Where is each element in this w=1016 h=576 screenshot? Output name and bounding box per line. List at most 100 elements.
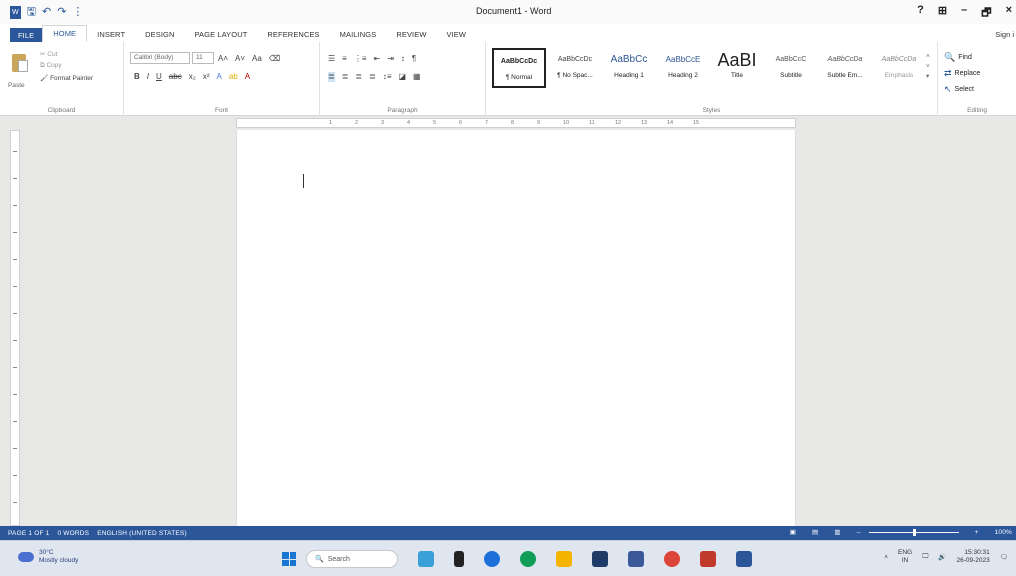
- style-subtitle[interactable]: AaBbCcC Subtitle: [764, 48, 818, 88]
- borders-icon[interactable]: ▦: [413, 72, 421, 82]
- taskbar-search[interactable]: 🔍 Search: [306, 550, 398, 568]
- pdf-app-icon[interactable]: [700, 551, 716, 567]
- format-painter-button[interactable]: 🖌 Format Painter: [40, 74, 93, 82]
- bullets-icon[interactable]: ☰: [328, 54, 335, 64]
- style-subtle-emphasis[interactable]: AaBbCcDa Subtle Em...: [818, 48, 872, 88]
- style-no-spacing[interactable]: AaBbCcDc ¶ No Spac...: [548, 48, 602, 88]
- zoom-out-icon[interactable]: –: [857, 529, 861, 536]
- font-name-dropdown[interactable]: Calibri (Body): [130, 52, 190, 64]
- tab-insert[interactable]: INSERT: [87, 30, 135, 42]
- font-size-dropdown[interactable]: 11: [192, 52, 214, 64]
- mail-app-icon[interactable]: [628, 551, 644, 567]
- word-app-icon[interactable]: [736, 551, 752, 567]
- customize-qat-icon[interactable]: ⋮: [72, 6, 83, 18]
- ruler-number: 15: [693, 120, 700, 126]
- styles-scroll[interactable]: ˄ ˅ ▾: [926, 52, 930, 82]
- bold-icon[interactable]: B: [134, 72, 140, 82]
- underline-icon[interactable]: U: [156, 72, 162, 82]
- tab-references[interactable]: REFERENCES: [257, 30, 329, 42]
- widgets-app-icon[interactable]: [418, 551, 434, 567]
- tab-page-layout[interactable]: PAGE LAYOUT: [184, 30, 257, 42]
- shading-icon[interactable]: ◪: [398, 72, 406, 82]
- volume-icon[interactable]: 🔊: [938, 553, 946, 561]
- vertical-ruler[interactable]: [10, 130, 20, 526]
- subscript-icon[interactable]: x₂: [189, 72, 196, 82]
- replace-button[interactable]: ⇄ Replace: [944, 68, 980, 79]
- proofing-language[interactable]: ENGLISH (UNITED STATES): [97, 530, 187, 537]
- help-button[interactable]: ?: [917, 4, 924, 23]
- tab-mailings[interactable]: MAILINGS: [330, 30, 387, 42]
- zoom-slider[interactable]: [868, 528, 959, 536]
- tab-view[interactable]: VIEW: [437, 30, 477, 42]
- ribbon-display-options-button[interactable]: ⊞: [938, 4, 947, 23]
- highlight-icon[interactable]: ab: [229, 72, 238, 82]
- multilevel-list-icon[interactable]: ⋮≡: [354, 54, 367, 64]
- justify-icon[interactable]: ≣: [369, 72, 376, 82]
- chrome-app-icon[interactable]: [664, 551, 680, 567]
- zoom-level[interactable]: 100%: [995, 529, 1012, 536]
- line-spacing-icon[interactable]: ↕≡: [383, 72, 392, 82]
- document-page[interactable]: [236, 130, 796, 526]
- input-language[interactable]: ENG IN: [898, 549, 912, 565]
- read-mode-icon[interactable]: ▣: [790, 528, 796, 536]
- save-icon[interactable]: 🖫: [27, 6, 36, 18]
- grow-font-icon[interactable]: A˄: [218, 54, 228, 64]
- tray-overflow-icon[interactable]: ˄: [884, 554, 888, 561]
- web-layout-icon[interactable]: ▥: [834, 528, 840, 536]
- numbering-icon[interactable]: ≡: [342, 54, 347, 64]
- align-right-icon[interactable]: ≣: [355, 72, 362, 82]
- shrink-font-icon[interactable]: A˅: [235, 54, 245, 64]
- clock[interactable]: 15:30:31 26-09-2023: [956, 549, 989, 565]
- tab-home[interactable]: HOME: [42, 25, 88, 42]
- zoom-controls: ▣ ▤ ▥ – + 100%: [782, 528, 1012, 536]
- italic-icon[interactable]: I: [147, 72, 149, 82]
- file-explorer-icon[interactable]: [556, 551, 572, 567]
- align-left-icon[interactable]: ≣: [328, 72, 335, 82]
- text-effects-icon[interactable]: A: [216, 72, 221, 82]
- style-normal[interactable]: AaBbCcDc ¶ Normal: [492, 48, 546, 88]
- minimize-button[interactable]: –: [961, 4, 967, 23]
- sort-icon[interactable]: ↕: [401, 54, 405, 64]
- ruler-number: 3: [381, 120, 385, 126]
- find-button[interactable]: 🔍 Find: [944, 52, 972, 63]
- undo-icon[interactable]: ↶: [42, 6, 51, 18]
- strikethrough-icon[interactable]: abc: [169, 72, 182, 82]
- close-button[interactable]: ×: [1006, 4, 1012, 23]
- style-title[interactable]: AaBI Title: [710, 48, 764, 88]
- edge-app-icon[interactable]: [520, 551, 536, 567]
- network-icon[interactable]: 🖵: [922, 553, 928, 561]
- style-heading-2[interactable]: AaBbCcE Heading 2: [656, 48, 710, 88]
- tab-file[interactable]: FILE: [10, 28, 43, 42]
- clear-formatting-icon[interactable]: ⌫: [269, 54, 280, 64]
- show-formatting-icon[interactable]: ¶: [412, 54, 416, 64]
- task-view-icon[interactable]: [454, 551, 464, 567]
- browser-app-icon[interactable]: [484, 551, 500, 567]
- change-case-icon[interactable]: Aa: [252, 54, 262, 64]
- copy-button[interactable]: ⧉ Copy: [40, 62, 62, 70]
- paste-button[interactable]: [10, 52, 30, 80]
- weather-widget[interactable]: 30°C Mostly cloudy: [18, 549, 78, 565]
- style-emphasis[interactable]: AaBbCcDa Emphasis: [872, 48, 926, 88]
- font-color-icon[interactable]: A: [245, 72, 250, 82]
- maximize-button[interactable]: 🗗: [981, 4, 991, 23]
- start-icon[interactable]: [282, 552, 296, 566]
- print-layout-icon[interactable]: ▤: [812, 528, 818, 536]
- style-heading-1[interactable]: AaBbCc Heading 1: [602, 48, 656, 88]
- store-app-icon[interactable]: [592, 551, 608, 567]
- cut-button[interactable]: ✂ Cut: [40, 50, 57, 58]
- tab-review[interactable]: REVIEW: [386, 30, 436, 42]
- word-count[interactable]: 0 WORDS: [57, 530, 89, 537]
- horizontal-ruler[interactable]: 1 2 3 4 5 6 7 8 9 10 11 12 13 14 15: [236, 118, 796, 128]
- tab-design[interactable]: DESIGN: [135, 30, 184, 42]
- notification-icon[interactable]: 🗨: [1000, 553, 1008, 561]
- ruler-tick: [13, 502, 17, 503]
- page-count[interactable]: PAGE 1 OF 1: [8, 530, 49, 537]
- increase-indent-icon[interactable]: ⇥: [387, 54, 394, 64]
- sign-in-link[interactable]: Sign i: [995, 30, 1014, 39]
- superscript-icon[interactable]: x²: [203, 72, 210, 82]
- redo-icon[interactable]: ↷: [57, 6, 66, 18]
- decrease-indent-icon[interactable]: ⇤: [374, 54, 381, 64]
- align-center-icon[interactable]: ≣: [342, 72, 349, 82]
- select-button[interactable]: ↖ Select: [944, 84, 974, 95]
- zoom-in-icon[interactable]: +: [975, 529, 979, 536]
